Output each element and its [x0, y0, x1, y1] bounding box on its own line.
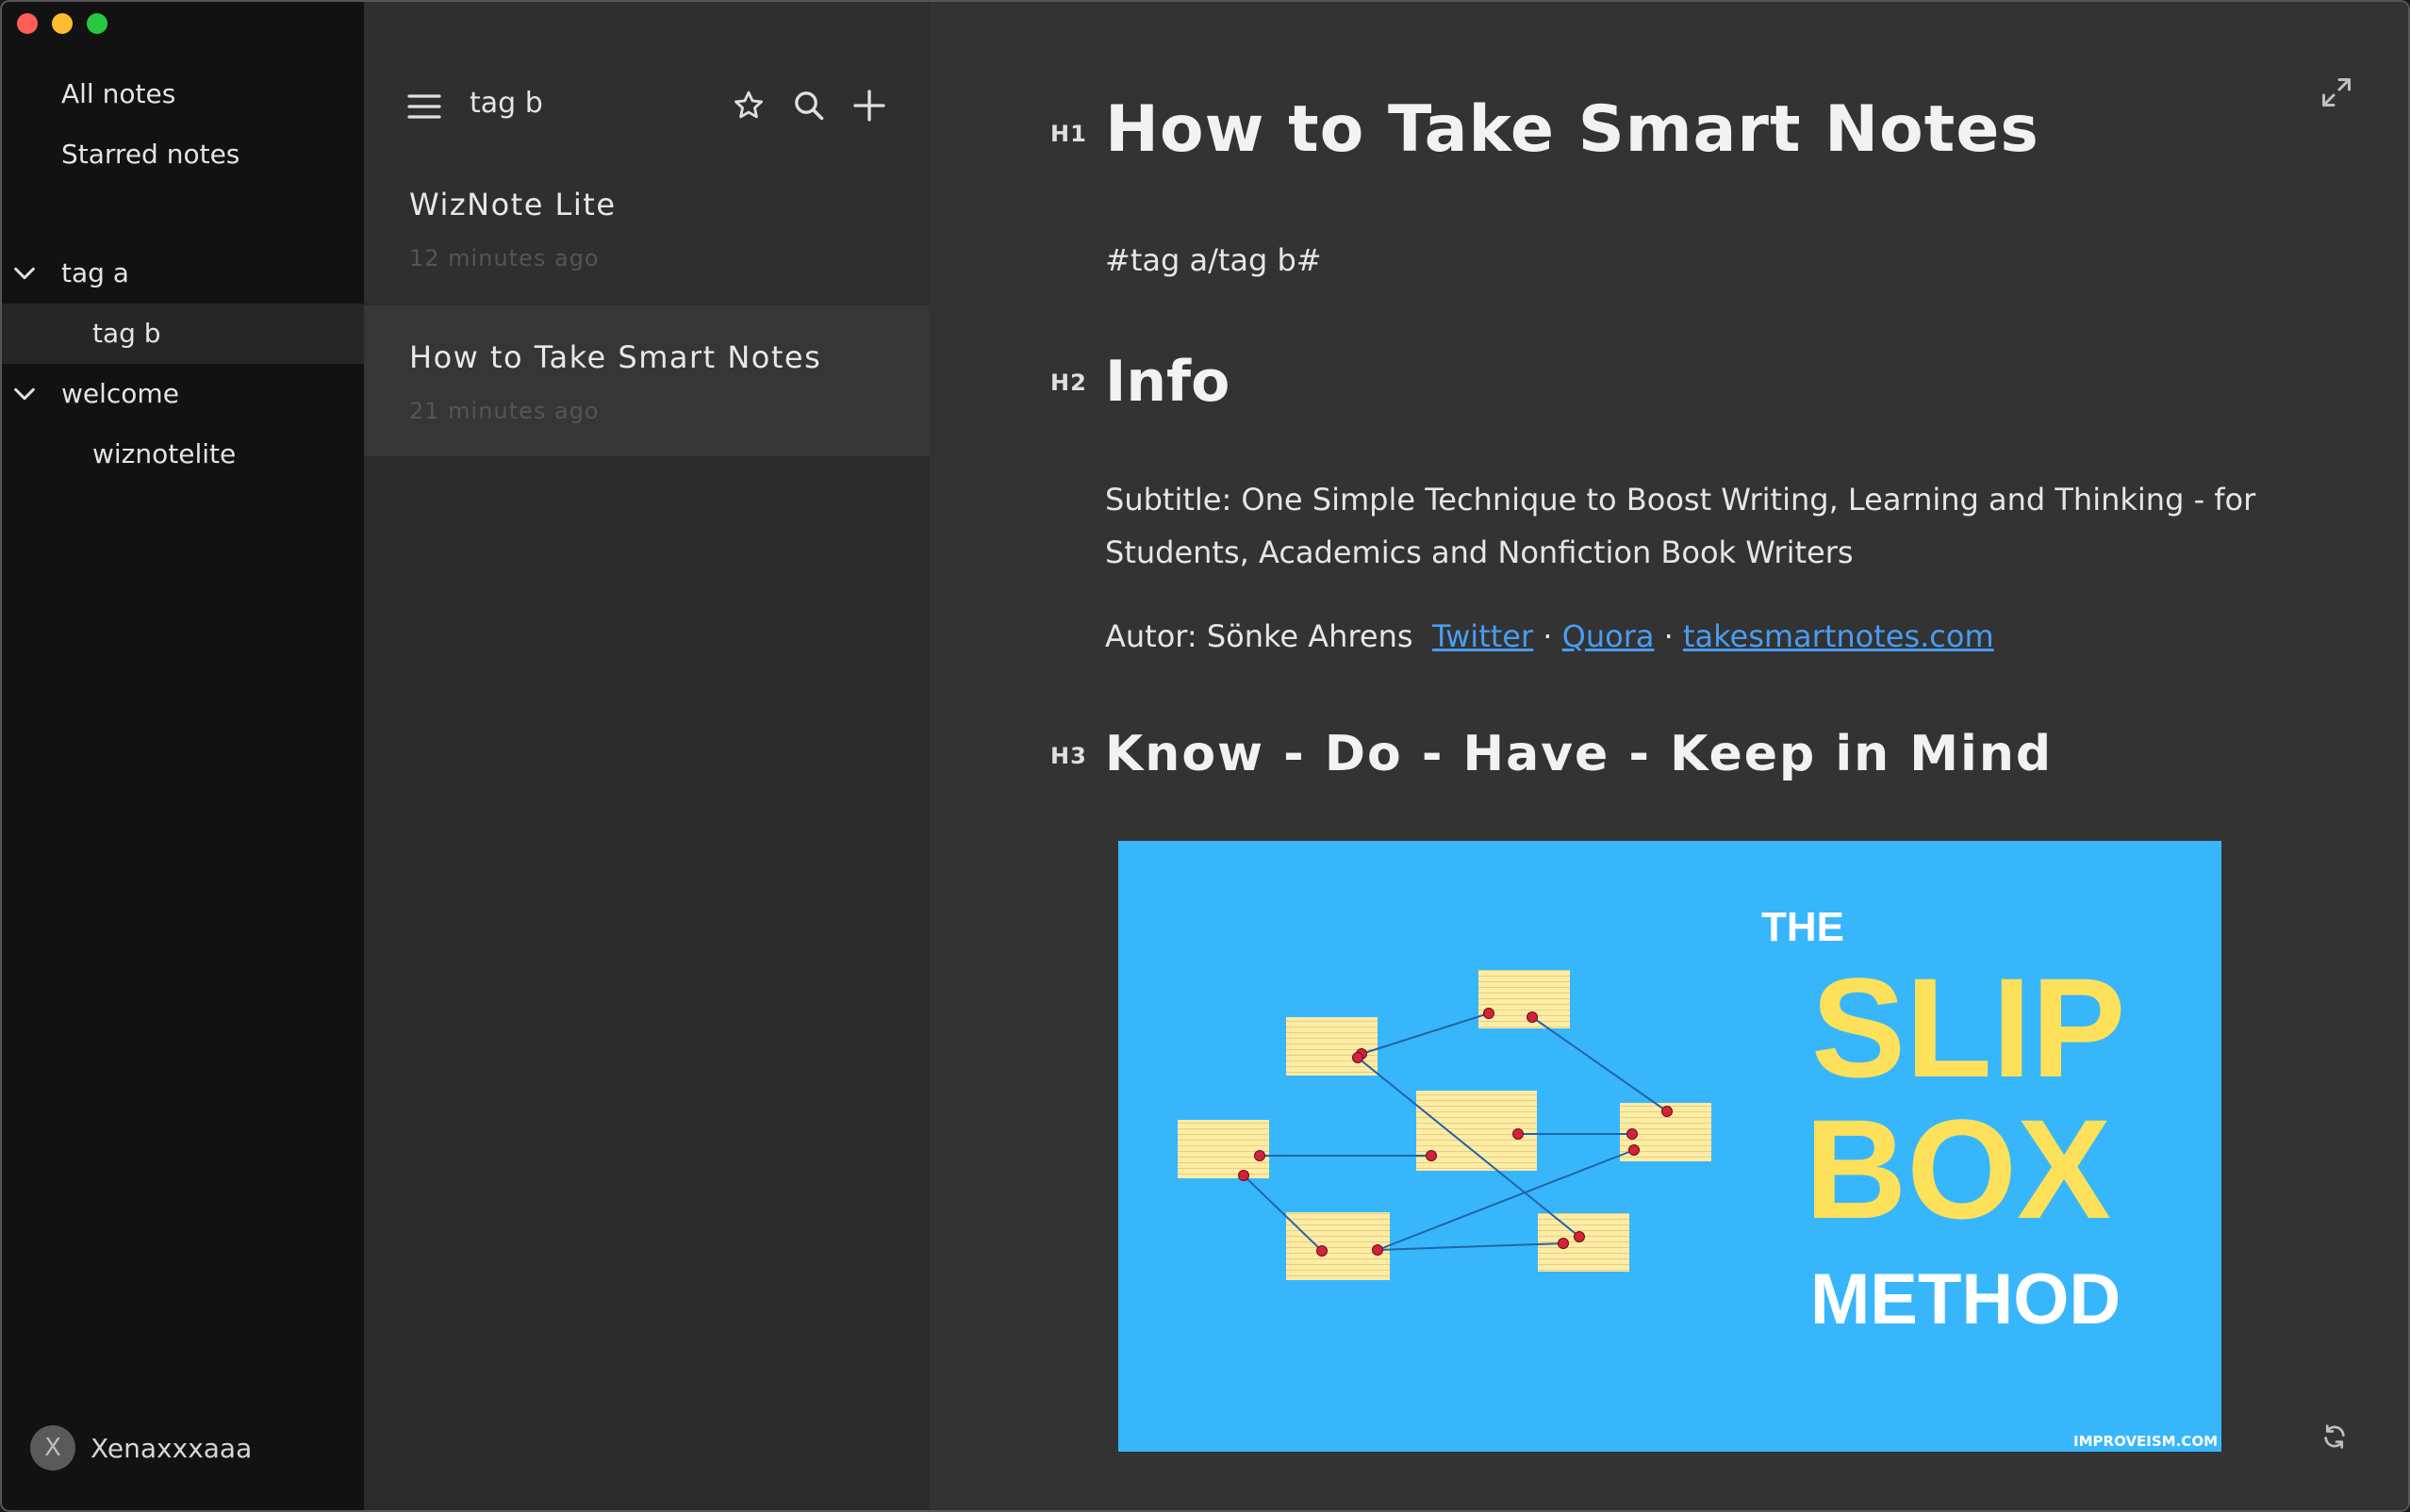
note-timestamp: 12 minutes ago	[409, 245, 600, 271]
note-title: WizNote Lite	[409, 187, 617, 222]
sidebar-tag-wiznotelite[interactable]: wiznotelite	[2, 424, 364, 485]
sidebar-item-all-notes[interactable]: All notes	[2, 64, 364, 124]
note-heading-2[interactable]: Info	[1105, 349, 1230, 415]
sidebar-tag-label: tag b	[92, 318, 161, 349]
note-editor[interactable]: H1 How to Take Smart Notes #tag a/tag b#…	[930, 2, 2408, 1510]
sidebar-tag-tag-a[interactable]: tag a	[2, 243, 364, 304]
sidebar-item-label: All notes	[61, 78, 176, 109]
sidebar: All notes Starred notes tag a tag b welc…	[2, 2, 364, 1510]
twitter-link[interactable]: Twitter	[1432, 618, 1533, 654]
subtitle-line-2[interactable]: Students, Academics and Nonfiction Book …	[1105, 526, 1854, 579]
menu-icon[interactable]	[407, 92, 441, 121]
slip-box-diagram: THE SLIP BOX METHOD	[1178, 904, 2125, 1339]
note-list-header: tag b	[364, 2, 930, 153]
image-credit: IMPROVEISM.COM	[2073, 1433, 2218, 1450]
user-account[interactable]: X Xenaxxxaaa	[30, 1425, 252, 1471]
sidebar-item-starred-notes[interactable]: Starred notes	[2, 124, 364, 185]
heading-level-marker: H1	[1050, 121, 1087, 147]
note-cards	[1178, 970, 1711, 1280]
chevron-down-icon[interactable]	[11, 381, 38, 407]
sidebar-tag-welcome[interactable]: welcome	[2, 364, 364, 424]
image-text-box: BOX	[1805, 1090, 2111, 1248]
separator: ·	[1663, 618, 1674, 654]
plus-icon[interactable]	[852, 89, 886, 123]
website-link[interactable]: takesmartnotes.com	[1683, 618, 1994, 654]
subtitle-line-1[interactable]: Subtitle: One Simple Technique to Boost …	[1105, 473, 2255, 526]
image-text-method: METHOD	[1810, 1259, 2121, 1339]
minimize-window-button[interactable]	[52, 13, 73, 34]
separator: ·	[1543, 618, 1553, 654]
app-window: All notes Starred notes tag a tag b welc…	[0, 0, 2410, 1512]
note-list-item[interactable]: WizNote Lite 12 minutes ago	[364, 153, 930, 304]
sidebar-tag-tag-b[interactable]: tag b	[2, 304, 364, 364]
window-controls	[17, 13, 107, 34]
chevron-down-icon[interactable]	[11, 260, 38, 287]
heading-level-marker: H2	[1050, 370, 1087, 396]
user-name: Xenaxxxaaa	[91, 1432, 253, 1464]
close-window-button[interactable]	[17, 13, 38, 34]
sidebar-tag-label: tag a	[61, 257, 129, 288]
note-list-panel: tag b WizNote Lite 12 minutes ago How to…	[364, 2, 930, 1510]
note-tag-line[interactable]: #tag a/tag b#	[1105, 234, 1322, 287]
sync-icon[interactable]	[2319, 1422, 2350, 1452]
note-list-title: tag b	[470, 87, 543, 120]
zoom-window-button[interactable]	[87, 13, 107, 34]
heading-level-marker: H3	[1050, 743, 1087, 769]
expand-icon[interactable]	[2319, 75, 2353, 109]
note-title: How to Take Smart Notes	[409, 339, 822, 375]
note-heading-3[interactable]: Know - Do - Have - Keep in Mind	[1105, 726, 2053, 782]
author-line[interactable]: Autor: Sönke Ahrens Twitter · Quora · ta…	[1105, 610, 1994, 663]
note-heading-1[interactable]: How to Take Smart Notes	[1105, 92, 2039, 167]
note-list-item-selected[interactable]: How to Take Smart Notes 21 minutes ago	[364, 305, 930, 456]
quora-link[interactable]: Quora	[1562, 618, 1655, 654]
star-icon[interactable]	[732, 89, 766, 123]
sidebar-tag-label: wiznotelite	[92, 438, 237, 469]
note-timestamp: 21 minutes ago	[409, 398, 600, 424]
image-text-slip: SLIP	[1811, 948, 2125, 1107]
sidebar-tag-label: welcome	[61, 378, 179, 409]
author-text: Autor: Sönke Ahrens	[1105, 618, 1413, 654]
image-text-the: THE	[1761, 904, 1844, 950]
avatar: X	[30, 1425, 75, 1471]
sidebar-item-label: Starred notes	[61, 139, 240, 170]
slip-box-image[interactable]: THE SLIP BOX METHOD IMPROVEISM.COM	[1118, 841, 2221, 1452]
search-icon[interactable]	[792, 89, 826, 123]
